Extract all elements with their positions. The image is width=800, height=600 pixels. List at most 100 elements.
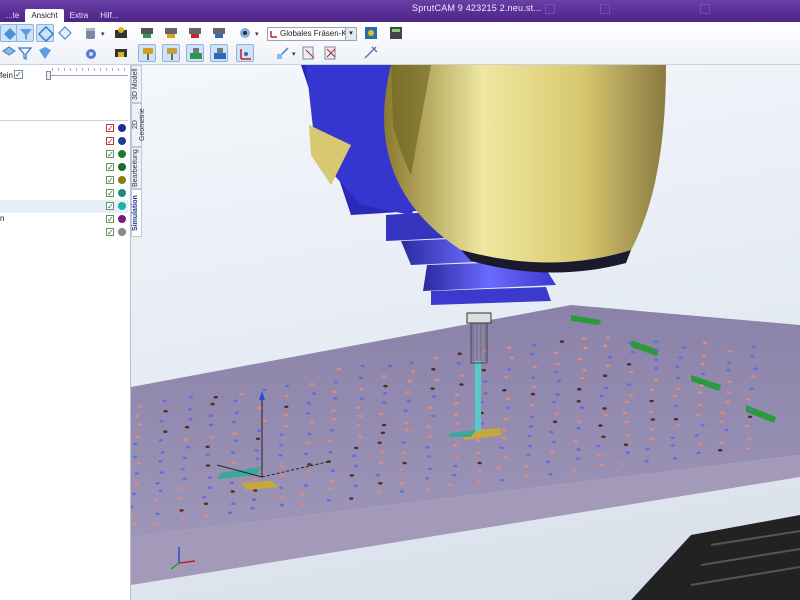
machine-simulation-scene[interactable]: [131, 65, 800, 600]
coordinate-system-select[interactable]: Globales Fräsen-KS ▾: [267, 27, 357, 41]
table-hole: [184, 425, 190, 429]
simulation-settings-button[interactable]: [362, 24, 380, 42]
table-hole: [133, 455, 138, 459]
tree-row[interactable]: n ✓: [0, 213, 128, 226]
table-hole: [454, 422, 460, 426]
table-hole: [630, 350, 636, 354]
section-view-button[interactable]: [300, 44, 318, 62]
tab-help[interactable]: Hilf...: [94, 9, 124, 22]
tab-simulation[interactable]: Simulation: [131, 189, 142, 237]
table-hole: [579, 406, 585, 409]
visibility-checkbox[interactable]: ✓: [106, 202, 114, 211]
tree-row[interactable]: ✓: [0, 161, 128, 174]
machine-transparency-button[interactable]: [112, 44, 130, 62]
visibility-checkbox[interactable]: ✓: [106, 189, 114, 198]
fixture-transparency-button[interactable]: [186, 44, 204, 62]
visibility-checkbox[interactable]: ✓: [106, 215, 114, 224]
table-hole: [331, 418, 337, 421]
color-dot[interactable]: [118, 137, 126, 145]
stock-transparency-button[interactable]: [82, 44, 100, 62]
view-wireframe-button[interactable]: [36, 24, 55, 43]
tab-file[interactable]: ...te: [0, 9, 25, 22]
holder-view-button[interactable]: [162, 24, 180, 42]
view-hidden-lines-button[interactable]: [56, 24, 74, 42]
chevron-down-icon[interactable]: ▾: [292, 50, 296, 58]
table-hole: [183, 438, 188, 442]
tree-row-label: n: [0, 214, 5, 223]
color-dot[interactable]: [118, 176, 126, 184]
quality-checkbox[interactable]: ✓: [14, 70, 23, 79]
table-hole: [207, 486, 213, 489]
part-transparency-button[interactable]: [210, 44, 228, 62]
tree-row[interactable]: ✓: [0, 135, 128, 148]
visibility-settings-button[interactable]: [236, 24, 254, 42]
tab-3d-model[interactable]: 3D Modell: [131, 65, 142, 103]
table-hole: [460, 374, 465, 377]
3d-viewport[interactable]: [131, 65, 800, 600]
color-dot[interactable]: [118, 202, 126, 210]
hide-selected-button[interactable]: [322, 44, 340, 62]
tree-row[interactable]: ✓: [0, 174, 128, 187]
tab-machining[interactable]: Bearbeitung: [131, 147, 142, 189]
axis-display-button[interactable]: [236, 44, 254, 62]
view-front-button[interactable]: [36, 44, 54, 62]
tool-view-button[interactable]: [138, 24, 156, 42]
color-dot[interactable]: [118, 163, 126, 171]
tree-row[interactable]: ✓: [0, 122, 128, 135]
stock-bucket-button[interactable]: [82, 24, 100, 42]
holder-transparency-button[interactable]: [162, 44, 180, 62]
visibility-checkbox[interactable]: ✓: [106, 228, 114, 237]
machine-view-button[interactable]: [112, 24, 130, 42]
table-hole: [307, 432, 312, 436]
table-hole: [549, 451, 555, 455]
chevron-down-icon[interactable]: ▾: [345, 28, 356, 40]
color-dot[interactable]: [118, 228, 126, 236]
table-hole: [306, 412, 311, 415]
tree-row-selected[interactable]: ✓: [0, 200, 128, 213]
color-dot[interactable]: [118, 215, 126, 223]
visibility-checkbox[interactable]: ✓: [106, 176, 114, 185]
table-hole: [654, 367, 659, 370]
caliper-button[interactable]: [362, 44, 380, 62]
table-hole: [359, 397, 364, 401]
table-hole: [625, 451, 630, 454]
visibility-checkbox[interactable]: ✓: [106, 150, 114, 159]
table-hole: [330, 429, 335, 432]
tree-row[interactable]: ✓: [0, 187, 128, 200]
table-hole: [601, 435, 606, 439]
tree-row[interactable]: ✓: [0, 148, 128, 161]
table-hole: [554, 412, 559, 415]
calculator-button[interactable]: [387, 24, 405, 42]
tree-row[interactable]: ✓: [0, 226, 128, 239]
tab-ansicht[interactable]: Ansicht: [25, 9, 64, 22]
chevron-down-icon[interactable]: ▾: [101, 30, 105, 38]
color-dot[interactable]: [118, 189, 126, 197]
quality-slider-track[interactable]: [48, 75, 128, 76]
visibility-checkbox[interactable]: ✓: [106, 124, 114, 133]
view-filter-button[interactable]: [16, 24, 34, 42]
visibility-checkbox[interactable]: ✓: [106, 137, 114, 146]
quality-slider-thumb[interactable]: [46, 71, 51, 80]
tool-transparency-button[interactable]: [138, 44, 156, 62]
view-top-button[interactable]: [16, 44, 34, 62]
visibility-checkbox[interactable]: ✓: [106, 163, 114, 172]
fixture-view-button[interactable]: [186, 24, 204, 42]
table-hole: [599, 394, 604, 398]
measure-button[interactable]: [274, 44, 292, 62]
table-hole: [649, 437, 655, 441]
table-hole: [383, 392, 388, 395]
tab-extra[interactable]: Extra: [64, 9, 95, 22]
chevron-down-icon[interactable]: ▾: [255, 30, 259, 38]
table-hole: [555, 393, 560, 396]
table-hole: [626, 383, 632, 386]
table-hole: [203, 515, 209, 518]
table-hole: [182, 477, 188, 481]
table-hole: [333, 380, 338, 384]
color-dot[interactable]: [118, 124, 126, 132]
table-hole: [383, 384, 388, 388]
part-view-button[interactable]: [210, 24, 228, 42]
table-hole: [332, 390, 337, 394]
color-dot[interactable]: [118, 150, 126, 158]
table-hole: [328, 487, 333, 491]
tab-2d-geometry[interactable]: 2D Geometrie: [131, 103, 146, 147]
